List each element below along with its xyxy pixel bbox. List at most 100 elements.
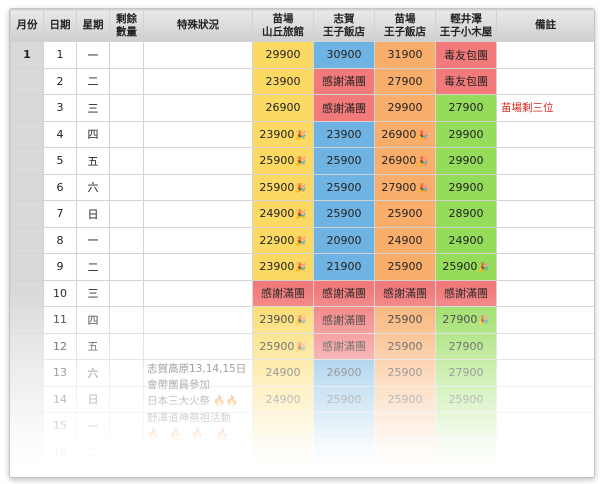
hotel-2-price-cell[interactable]: 感謝滿團 xyxy=(313,279,375,307)
notes-cell[interactable] xyxy=(496,41,594,69)
hotel-1-price-cell[interactable]: 24900 xyxy=(252,385,314,413)
month-cell[interactable] xyxy=(10,306,44,334)
notes-cell[interactable] xyxy=(496,200,594,228)
month-cell[interactable] xyxy=(10,173,44,201)
notes-cell[interactable] xyxy=(496,438,594,466)
special-cell[interactable] xyxy=(143,253,253,281)
hotel-3-price-cell[interactable]: 25900 xyxy=(374,332,436,360)
weekday-cell[interactable]: 日 xyxy=(76,200,110,228)
remaining-cell[interactable] xyxy=(109,200,144,228)
date-cell[interactable]: 2 xyxy=(43,67,77,95)
hotel-2-price-cell[interactable]: 23900 xyxy=(313,120,375,148)
special-cell[interactable] xyxy=(143,279,253,307)
hotel-1-price-cell[interactable] xyxy=(252,412,314,440)
month-cell[interactable] xyxy=(10,200,44,228)
special-cell[interactable] xyxy=(143,173,253,201)
hotel-3-price-cell[interactable]: 25900 xyxy=(374,253,436,281)
hotel-2-price-cell[interactable]: 25900 xyxy=(313,385,375,413)
weekday-cell[interactable]: 四 xyxy=(76,306,110,334)
hotel-1-price-cell[interactable]: 29900 xyxy=(252,41,314,69)
date-cell[interactable]: 6 xyxy=(43,173,77,201)
hotel-2-price-cell[interactable]: 25900 xyxy=(313,200,375,228)
hotel-1-price-cell[interactable]: 23900🎉 xyxy=(252,253,314,281)
hotel-2-price-cell[interactable]: 感謝滿團 xyxy=(313,67,375,95)
hotel-4-price-cell[interactable]: 27900 xyxy=(435,94,497,122)
hotel-3-price-cell[interactable]: 25900 xyxy=(374,359,436,387)
special-cell[interactable] xyxy=(143,147,253,175)
hotel-1-price-cell[interactable]: 感謝滿團 xyxy=(252,279,314,307)
month-cell[interactable] xyxy=(10,332,44,360)
notes-cell[interactable] xyxy=(496,332,594,360)
hotel-1-price-cell[interactable]: 25900🎉 xyxy=(252,332,314,360)
hotel-3-price-cell[interactable] xyxy=(374,412,436,440)
remaining-cell[interactable] xyxy=(109,412,144,440)
notes-cell[interactable] xyxy=(496,279,594,307)
weekday-cell[interactable]: 五 xyxy=(76,147,110,175)
weekday-cell[interactable]: 六 xyxy=(76,173,110,201)
notes-cell[interactable] xyxy=(496,226,594,254)
notes-cell[interactable] xyxy=(496,67,594,95)
date-cell[interactable]: 3 xyxy=(43,94,77,122)
hotel-2-price-cell[interactable] xyxy=(313,438,375,466)
hotel-1-price-cell[interactable]: 24900 xyxy=(252,359,314,387)
date-cell[interactable]: 7 xyxy=(43,200,77,228)
notes-cell[interactable] xyxy=(496,173,594,201)
hotel-3-price-cell[interactable]: 26900🎉 xyxy=(374,120,436,148)
weekday-cell[interactable]: 四 xyxy=(76,120,110,148)
month-cell[interactable]: 1 xyxy=(10,41,44,69)
month-cell[interactable] xyxy=(10,359,44,387)
hotel-4-price-cell[interactable]: 25900 xyxy=(435,385,497,413)
month-cell[interactable] xyxy=(10,67,44,95)
hotel-4-price-cell[interactable]: 27900 xyxy=(435,332,497,360)
hotel-1-price-cell[interactable]: 25900🎉 xyxy=(252,147,314,175)
hotel-4-price-cell[interactable]: 29900 xyxy=(435,120,497,148)
hotel-2-price-cell[interactable]: 感謝滿團 xyxy=(313,306,375,334)
remaining-cell[interactable] xyxy=(109,147,144,175)
hotel-1-price-cell[interactable]: 23900🎉 xyxy=(252,120,314,148)
weekday-cell[interactable]: 三 xyxy=(76,94,110,122)
date-cell[interactable]: 5 xyxy=(43,147,77,175)
hotel-4-price-cell[interactable] xyxy=(435,412,497,440)
hotel-1-price-cell[interactable]: 23900 xyxy=(252,67,314,95)
weekday-cell[interactable]: 一 xyxy=(76,41,110,69)
weekday-cell[interactable]: 一 xyxy=(76,412,110,440)
remaining-cell[interactable] xyxy=(109,253,144,281)
hotel-4-price-cell[interactable]: 29900 xyxy=(435,147,497,175)
notes-cell[interactable] xyxy=(496,412,594,440)
hotel-2-price-cell[interactable]: 25900 xyxy=(313,147,375,175)
date-cell[interactable]: 11 xyxy=(43,306,77,334)
hotel-1-price-cell[interactable]: 25900🎉 xyxy=(252,173,314,201)
weekday-cell[interactable]: 六 xyxy=(76,359,110,387)
notes-cell[interactable] xyxy=(496,385,594,413)
weekday-cell[interactable]: 日 xyxy=(76,385,110,413)
special-cell[interactable] xyxy=(143,41,253,69)
notes-cell[interactable] xyxy=(496,359,594,387)
hotel-3-price-cell[interactable]: 27900 xyxy=(374,67,436,95)
hotel-1-price-cell[interactable]: 23900🎉 xyxy=(252,306,314,334)
date-cell[interactable]: 15 xyxy=(43,412,77,440)
notes-cell[interactable]: 苗場剩三位 xyxy=(496,94,594,122)
date-cell[interactable]: 8 xyxy=(43,226,77,254)
special-cell[interactable] xyxy=(143,200,253,228)
date-cell[interactable]: 10 xyxy=(43,279,77,307)
special-cell[interactable] xyxy=(143,332,253,360)
month-cell[interactable] xyxy=(10,253,44,281)
month-cell[interactable] xyxy=(10,412,44,440)
hotel-4-price-cell[interactable]: 27900🎉 xyxy=(435,306,497,334)
hotel-4-price-cell[interactable]: 毒友包團 xyxy=(435,67,497,95)
hotel-3-price-cell[interactable]: 25900 xyxy=(374,385,436,413)
remaining-cell[interactable] xyxy=(109,120,144,148)
weekday-cell[interactable]: 三 xyxy=(76,279,110,307)
hotel-4-price-cell[interactable]: 毒友包團 xyxy=(435,41,497,69)
remaining-cell[interactable] xyxy=(109,385,144,413)
remaining-cell[interactable] xyxy=(109,438,144,466)
hotel-2-price-cell[interactable]: 25900 xyxy=(313,173,375,201)
weekday-cell[interactable]: 二 xyxy=(76,438,110,466)
remaining-cell[interactable] xyxy=(109,306,144,334)
special-cell[interactable] xyxy=(143,306,253,334)
remaining-cell[interactable] xyxy=(109,41,144,69)
notes-cell[interactable] xyxy=(496,147,594,175)
hotel-3-price-cell[interactable]: 25900 xyxy=(374,306,436,334)
hotel-3-price-cell[interactable]: 29900 xyxy=(374,94,436,122)
hotel-3-price-cell[interactable]: 24900 xyxy=(374,226,436,254)
